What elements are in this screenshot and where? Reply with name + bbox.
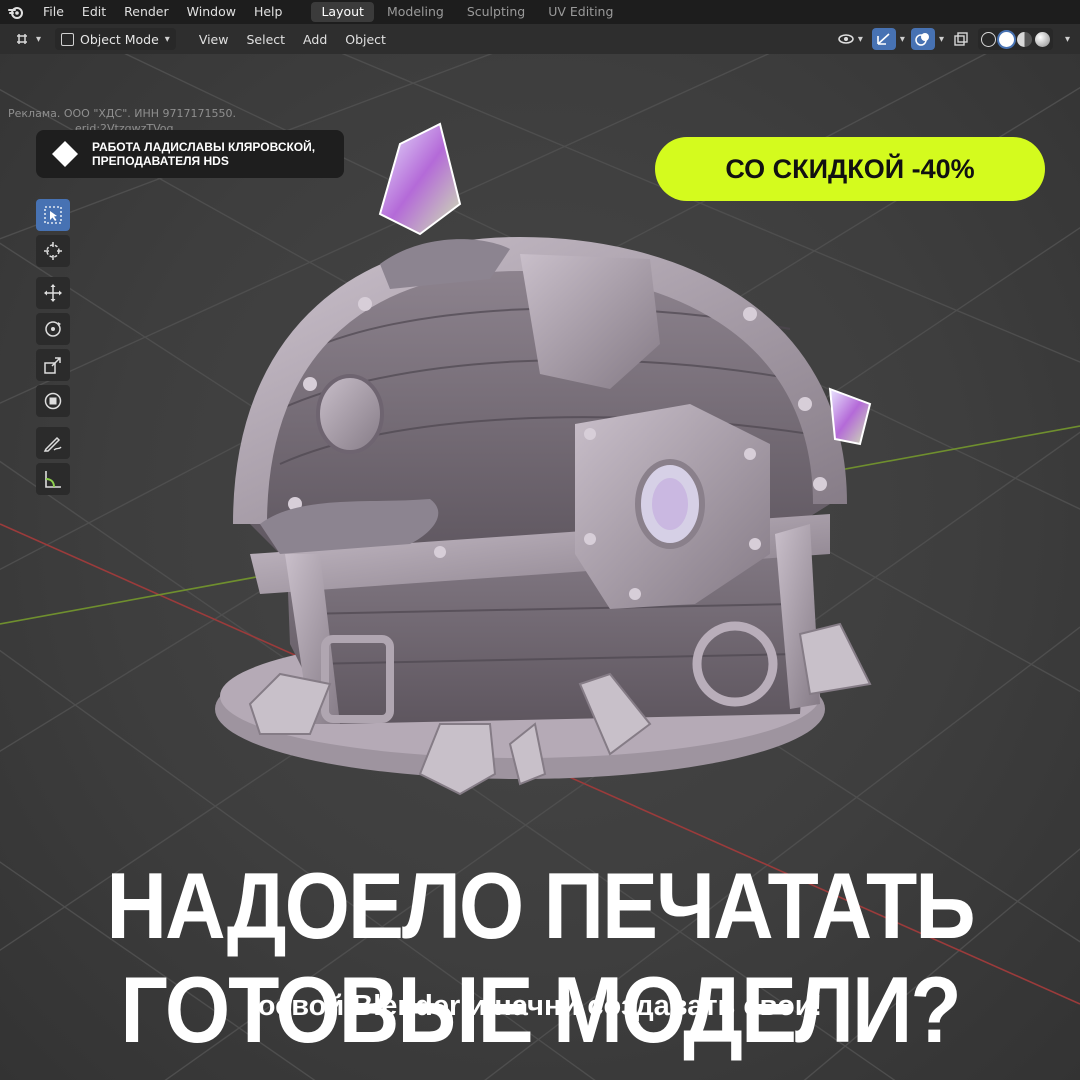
xray-toggle[interactable] bbox=[950, 28, 972, 50]
menu-add[interactable]: Add bbox=[294, 32, 336, 47]
scale-icon bbox=[44, 357, 61, 374]
menu-select[interactable]: Select bbox=[237, 32, 294, 47]
3d-viewport[interactable]: Реклама. ООО "ХДС". ИНН 9717171550. erid… bbox=[0, 54, 1080, 1080]
scale-tool[interactable] bbox=[36, 349, 70, 381]
chevron-down-icon: ▾ bbox=[164, 33, 170, 45]
tab-modeling[interactable]: Modeling bbox=[377, 2, 454, 22]
headline-line1: НАДОЕЛО ПЕЧАТАТЬ bbox=[106, 852, 975, 959]
object-mode-icon bbox=[61, 32, 75, 46]
visibility-icon bbox=[838, 34, 854, 44]
measure-icon bbox=[45, 471, 61, 488]
editor-type-button[interactable]: ▾ bbox=[10, 28, 45, 50]
rotate-tool[interactable] bbox=[36, 313, 70, 345]
tab-sculpting[interactable]: Sculpting bbox=[457, 2, 535, 22]
overlay-icon bbox=[915, 33, 929, 46]
shading-modes bbox=[977, 28, 1053, 50]
shading-rendered-icon[interactable] bbox=[1034, 31, 1050, 47]
transform-icon bbox=[44, 392, 62, 410]
diamond-icon bbox=[52, 141, 78, 167]
select-box-icon bbox=[44, 206, 62, 224]
move-icon bbox=[44, 284, 62, 302]
move-tool[interactable] bbox=[36, 277, 70, 309]
measure-tool[interactable] bbox=[36, 463, 70, 495]
gizmo-toggle[interactable] bbox=[871, 28, 896, 50]
discount-badge[interactable]: СО СКИДКОЙ -40% bbox=[655, 137, 1045, 201]
transform-tool[interactable] bbox=[36, 385, 70, 417]
author-badge-line2: ПРЕПОДАВАТЕЛЯ HDS bbox=[92, 154, 229, 168]
headline: НАДОЕЛО ПЕЧАТАТЬ ГОТОВЫЕ МОДЕЛИ? bbox=[0, 852, 1080, 1062]
menu-help[interactable]: Help bbox=[245, 0, 292, 24]
shading-material-icon[interactable] bbox=[1016, 31, 1032, 47]
chevron-down-icon: ▾ bbox=[857, 33, 863, 45]
shading-wireframe-icon[interactable] bbox=[980, 31, 996, 47]
tool-shelf bbox=[36, 199, 74, 499]
menu-edit[interactable]: Edit bbox=[73, 0, 115, 24]
workspace-tabs: Layout Modeling Sculpting UV Editing bbox=[311, 0, 626, 24]
visibility-button[interactable]: ▾ bbox=[835, 28, 866, 50]
menu-view[interactable]: View bbox=[190, 32, 238, 47]
chevron-down-icon: ▾ bbox=[36, 33, 42, 45]
tab-layout[interactable]: Layout bbox=[311, 2, 374, 22]
chevron-down-icon[interactable]: ▾ bbox=[939, 34, 944, 45]
menu-object[interactable]: Object bbox=[336, 32, 395, 47]
menu-render[interactable]: Render bbox=[115, 0, 178, 24]
object-mode-label: Object Mode bbox=[80, 31, 159, 47]
gizmo-icon bbox=[877, 33, 890, 45]
chevron-down-icon[interactable]: ▾ bbox=[900, 34, 905, 45]
viewport-header-right: ▾ ▾ ▾ ▾ bbox=[835, 28, 1070, 50]
xray-icon bbox=[954, 32, 968, 46]
select-box-tool[interactable] bbox=[36, 199, 70, 231]
author-badge-line1: РАБОТА ЛАДИСЛАВЫ КЛЯРОВСКОЙ, bbox=[92, 140, 316, 154]
author-badge: РАБОТА ЛАДИСЛАВЫ КЛЯРОВСКОЙ, ПРЕПОДАВАТЕ… bbox=[36, 130, 344, 178]
top-menu-bar: File Edit Render Window Help Layout Mode… bbox=[0, 0, 1080, 24]
annotate-icon bbox=[43, 436, 62, 452]
blender-logo[interactable] bbox=[8, 4, 24, 20]
overlay-toggle[interactable] bbox=[910, 28, 935, 50]
shading-solid-icon[interactable] bbox=[998, 31, 1014, 47]
subheadline: освой Blender и начни создавать свои! bbox=[257, 990, 823, 1022]
rotate-icon bbox=[45, 321, 61, 337]
menu-window[interactable]: Window bbox=[178, 0, 245, 24]
menu-file[interactable]: File bbox=[34, 0, 73, 24]
chevron-down-icon[interactable]: ▾ bbox=[1065, 34, 1070, 45]
cursor-tool[interactable] bbox=[36, 235, 70, 267]
viewport-header: ▾ Object Mode ▾ View Select Add Object ▾… bbox=[0, 24, 1080, 54]
tab-uv-editing[interactable]: UV Editing bbox=[538, 2, 623, 22]
cursor-icon bbox=[44, 242, 62, 260]
object-mode-select[interactable]: Object Mode ▾ bbox=[55, 28, 176, 50]
editor-type-icon bbox=[17, 34, 27, 44]
annotate-tool[interactable] bbox=[36, 427, 70, 459]
ad-disclaimer-text: Реклама. ООО "ХДС". ИНН 9717171550. bbox=[8, 107, 236, 120]
